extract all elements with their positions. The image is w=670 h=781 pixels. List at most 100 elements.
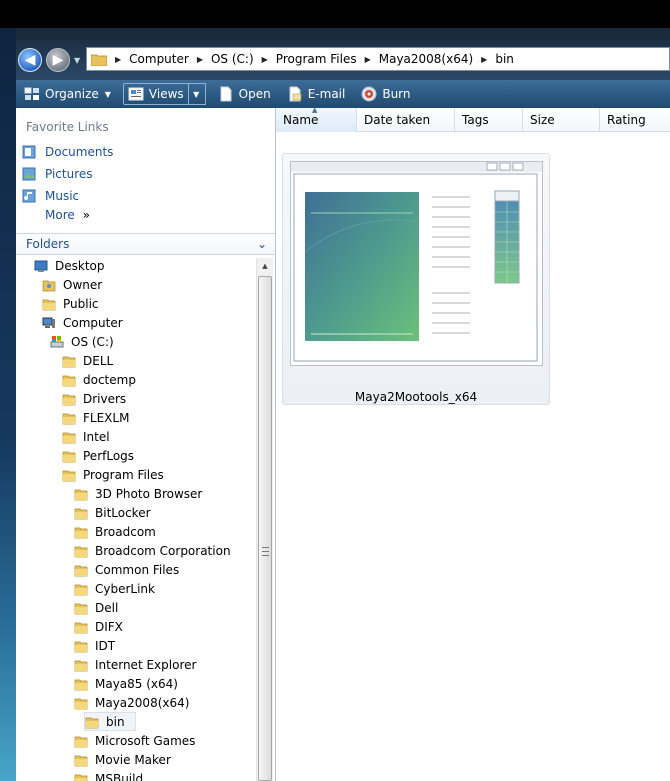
tree-item-label: Drivers bbox=[83, 391, 127, 406]
favorite-pictures-label: Pictures bbox=[45, 167, 93, 181]
folders-header[interactable]: Folders ⌄ bbox=[16, 233, 275, 255]
tree-item[interactable]: doctemp bbox=[62, 370, 136, 389]
column-rating[interactable]: Rating bbox=[600, 108, 670, 132]
email-label: E-mail bbox=[307, 87, 346, 101]
tree-item[interactable]: 3D Photo Browser bbox=[74, 484, 202, 503]
folder-tree-scrollbar[interactable]: ▲ bbox=[256, 258, 273, 781]
favorite-documents[interactable]: Documents bbox=[22, 142, 113, 162]
organize-button[interactable]: Organize ▼ bbox=[20, 83, 115, 105]
tree-item[interactable]: Microsoft Games bbox=[74, 731, 195, 750]
tree-item[interactable]: Intel bbox=[62, 427, 110, 446]
tree-item[interactable]: Desktop bbox=[34, 256, 105, 275]
breadcrumb-computer[interactable]: Computer bbox=[129, 52, 189, 66]
tree-item-label: BitLocker bbox=[95, 505, 151, 520]
breadcrumb-bin[interactable]: bin bbox=[495, 52, 514, 66]
tree-item[interactable]: Maya2008(x64) bbox=[74, 693, 189, 712]
scroll-up-arrow-icon[interactable]: ▲ bbox=[257, 258, 273, 274]
email-button[interactable]: E-mail bbox=[283, 83, 350, 105]
email-icon bbox=[289, 86, 302, 102]
tree-item[interactable]: Broadcom bbox=[74, 522, 156, 541]
file-name: Maya2Mootools_x64 bbox=[354, 390, 478, 404]
tree-item-label: 3D Photo Browser bbox=[95, 486, 203, 501]
tree-item[interactable]: Dell bbox=[74, 598, 118, 617]
views-dropdown[interactable]: ▼ bbox=[187, 83, 206, 105]
navigation-pane: Favorite Links Documents Pictures Music … bbox=[16, 108, 276, 781]
tree-item-label: Owner bbox=[63, 277, 103, 292]
tree-item[interactable]: Drivers bbox=[62, 389, 126, 408]
column-size[interactable]: Size bbox=[523, 108, 600, 132]
chevron-right-icon[interactable]: ▶ bbox=[115, 55, 121, 64]
documents-icon bbox=[22, 145, 36, 159]
breadcrumb-maya2008[interactable]: Maya2008(x64) bbox=[379, 52, 473, 66]
tree-item[interactable]: FLEXLM bbox=[62, 408, 129, 427]
tree-item[interactable]: MSBuild bbox=[74, 769, 143, 781]
chevron-right-icon[interactable]: ▶ bbox=[365, 55, 371, 64]
folder-icon bbox=[62, 449, 76, 463]
tree-item[interactable]: OS (C:) bbox=[50, 332, 114, 351]
organize-label: Organize bbox=[45, 87, 99, 101]
folder-tree: Desktop Owner Public Computer OS (C:) DELL doc… bbox=[16, 256, 256, 781]
chevron-down-icon: ▼ bbox=[193, 89, 200, 99]
column-tags-label: Tags bbox=[462, 113, 489, 127]
music-icon bbox=[22, 189, 36, 203]
tree-item-label: Common Files bbox=[95, 562, 180, 577]
more-links[interactable]: More » bbox=[45, 208, 90, 222]
forward-button[interactable]: ▶ bbox=[46, 48, 70, 72]
folder-icon bbox=[91, 54, 107, 66]
burn-button[interactable]: Burn bbox=[357, 83, 414, 105]
column-headers: ▲ Name Date taken Tags Size Rating bbox=[276, 106, 670, 132]
tree-item-label: Intel bbox=[83, 429, 110, 444]
command-toolbar: Organize ▼ Views ▼ Open E-mail Burn bbox=[16, 80, 670, 108]
tree-item[interactable]: bin bbox=[84, 712, 136, 731]
views-label: Views bbox=[148, 87, 184, 101]
recent-pages-dropdown[interactable]: ▼ bbox=[74, 56, 80, 65]
tree-item[interactable]: DIFX bbox=[74, 617, 123, 636]
favorite-music[interactable]: Music bbox=[22, 186, 79, 206]
breadcrumb-program-files[interactable]: Program Files bbox=[276, 52, 357, 66]
pictures-icon bbox=[22, 167, 36, 181]
favorite-music-label: Music bbox=[45, 189, 80, 203]
tree-item[interactable]: Broadcom Corporation bbox=[74, 541, 231, 560]
chevron-right-icon[interactable]: ▶ bbox=[197, 55, 203, 64]
more-label: More bbox=[45, 208, 75, 222]
grip-icon bbox=[262, 547, 269, 556]
views-button[interactable]: Views bbox=[122, 83, 189, 105]
column-date-taken[interactable]: Date taken bbox=[357, 108, 455, 132]
arrow-right-icon: ▶ bbox=[52, 52, 64, 68]
open-button[interactable]: Open bbox=[214, 83, 275, 105]
scrollbar-thumb[interactable] bbox=[258, 276, 272, 781]
tree-item[interactable]: Internet Explorer bbox=[74, 655, 196, 674]
tree-item[interactable]: IDT bbox=[74, 636, 115, 655]
folder-icon bbox=[74, 563, 88, 577]
column-tags[interactable]: Tags bbox=[455, 108, 523, 132]
chevron-right-icon[interactable]: ▶ bbox=[481, 55, 487, 64]
breadcrumb: ▶ Computer ▶ OS (C:) ▶ Program Files ▶ M… bbox=[113, 52, 514, 66]
tree-item[interactable]: Public bbox=[42, 294, 99, 313]
tree-item[interactable]: CyberLink bbox=[74, 579, 155, 598]
column-rating-label: Rating bbox=[607, 113, 646, 127]
favorite-pictures[interactable]: Pictures bbox=[22, 164, 93, 184]
folder-icon bbox=[42, 297, 56, 311]
back-button[interactable]: ◀ bbox=[18, 48, 42, 72]
tree-item[interactable]: Computer bbox=[42, 313, 123, 332]
tree-item-label: Public bbox=[63, 296, 99, 311]
tree-item[interactable]: BitLocker bbox=[74, 503, 151, 522]
tree-item[interactable]: DELL bbox=[62, 351, 113, 370]
tree-item[interactable]: Owner bbox=[42, 275, 102, 294]
file-item[interactable]: Maya2Mootools_x64 bbox=[282, 153, 550, 405]
address-bar[interactable]: ▶ Computer ▶ OS (C:) ▶ Program Files ▶ M… bbox=[86, 47, 670, 71]
folder-icon bbox=[74, 639, 88, 653]
breadcrumb-os-c[interactable]: OS (C:) bbox=[211, 52, 254, 66]
tree-item[interactable]: Maya85 (x64) bbox=[74, 674, 178, 693]
column-name[interactable]: ▲ Name bbox=[276, 106, 357, 132]
chevron-right-icon[interactable]: ▶ bbox=[262, 55, 268, 64]
tree-item[interactable]: PerfLogs bbox=[62, 446, 134, 465]
folders-title: Folders bbox=[26, 237, 70, 251]
desktop-top-strip bbox=[0, 0, 670, 28]
tree-item[interactable]: Common Files bbox=[74, 560, 179, 579]
folder-icon bbox=[74, 506, 88, 520]
folder-icon bbox=[62, 392, 76, 406]
tree-item[interactable]: Movie Maker bbox=[74, 750, 171, 769]
favorite-documents-label: Documents bbox=[45, 145, 114, 159]
tree-item[interactable]: Program Files bbox=[62, 465, 164, 484]
